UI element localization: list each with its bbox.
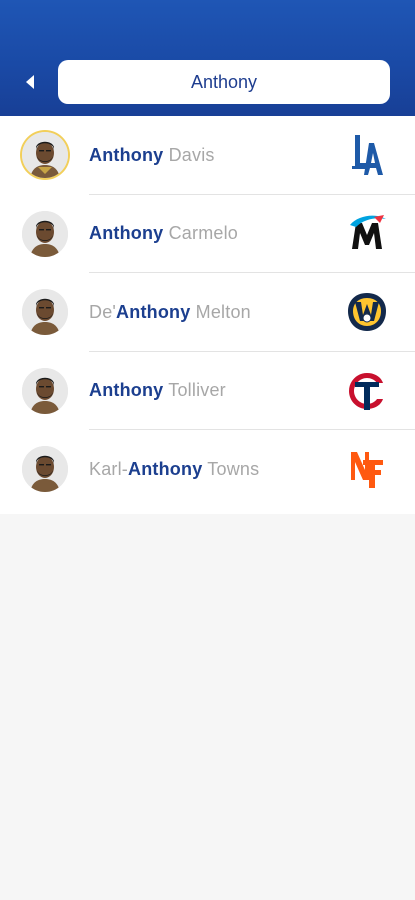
list-item[interactable]: Anthony Davis [0, 116, 415, 195]
results-list: Anthony Davis Anthony Carmelo De'Anthony… [0, 116, 415, 514]
avatar [22, 446, 68, 493]
list-item[interactable]: Karl-Anthony Towns [0, 430, 415, 509]
player-name: Karl-Anthony Towns [89, 458, 260, 479]
player-photo-icon [22, 289, 68, 336]
player-photo-icon [22, 367, 68, 414]
avatar [22, 367, 68, 414]
player-name: De'Anthony Melton [89, 301, 251, 322]
player-name: Anthony Davis [89, 144, 215, 165]
list-item[interactable]: De'Anthony Melton [0, 273, 415, 352]
player-photo-icon [22, 446, 68, 493]
minnesota-twins-logo-icon [344, 368, 390, 414]
avatar [22, 210, 68, 257]
player-name: Anthony Carmelo [89, 223, 239, 244]
back-button[interactable] [18, 70, 42, 94]
player-photo-icon [22, 132, 68, 179]
list-item[interactable]: Anthony Tolliver [0, 352, 415, 430]
avatar [22, 132, 68, 179]
list-item[interactable]: Anthony Carmelo [0, 195, 415, 273]
search-box[interactable] [58, 60, 390, 104]
la-dodgers-logo-icon [344, 132, 390, 178]
player-photo-icon [22, 210, 68, 257]
ny-mets-logo-icon [344, 446, 390, 492]
search-input[interactable] [58, 60, 390, 104]
back-arrow-icon [26, 75, 34, 89]
app-header [0, 0, 415, 116]
miami-marlins-logo-icon [344, 211, 390, 257]
avatar [22, 289, 68, 336]
milwaukee-brewers-logo-icon [344, 289, 390, 335]
player-name: Anthony Tolliver [89, 380, 226, 401]
